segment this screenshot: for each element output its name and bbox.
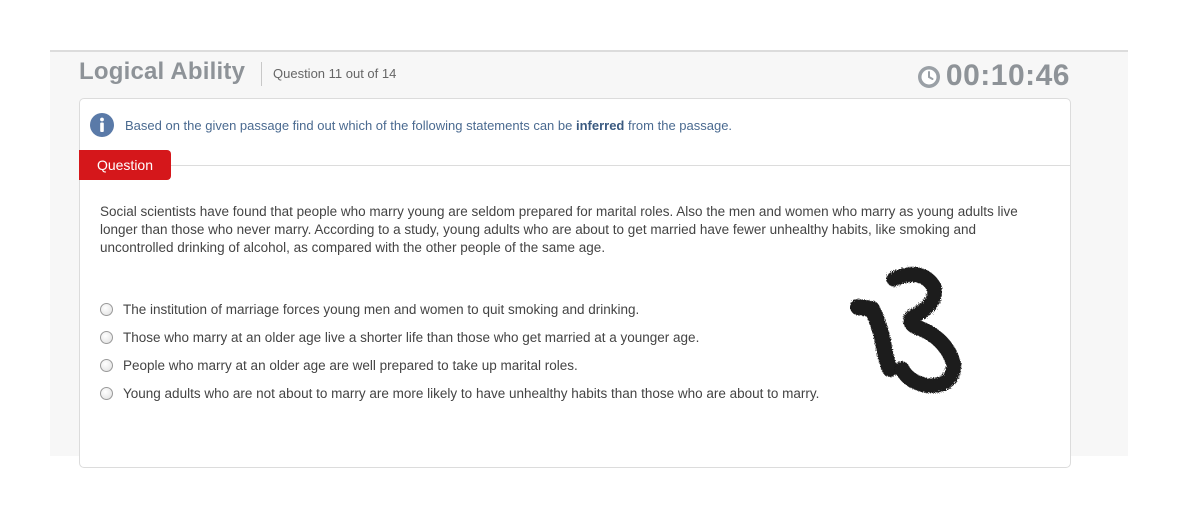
radio-button[interactable] [100, 330, 113, 344]
option-4[interactable]: Young adults who are not about to marry … [100, 379, 960, 407]
page: Logical Ability Question 11 out of 14 00… [0, 0, 1178, 506]
timer: 00:10:46 [916, 59, 1070, 93]
option-label: People who marry at an older age are wel… [123, 357, 578, 373]
option-label: The institution of marriage forces young… [123, 301, 640, 317]
radio-button[interactable] [100, 386, 113, 400]
tab-divider [80, 165, 1070, 166]
radio-button[interactable] [100, 302, 113, 316]
option-1[interactable]: The institution of marriage forces young… [100, 295, 960, 323]
title-divider [261, 62, 262, 86]
option-2[interactable]: Those who marry at an older age live a s… [100, 323, 960, 351]
option-label: Young adults who are not about to marry … [123, 385, 820, 401]
answer-options: The institution of marriage forces young… [100, 295, 960, 407]
clock-icon [917, 66, 940, 88]
tab-question[interactable]: Question [79, 150, 171, 180]
instruction-text: Based on the given passage find out whic… [125, 117, 733, 133]
section-title: Logical Ability [79, 58, 246, 85]
instruction: Based on the given passage find out whic… [90, 113, 732, 137]
timer-value: 00:10:46 [945, 59, 1070, 92]
question-counter: Question 11 out of 14 [273, 66, 397, 81]
handwritten-number-watermark [850, 267, 962, 394]
passage-text: Social scientists have found that people… [100, 204, 1018, 255]
option-label: Those who marry at an older age live a s… [123, 329, 700, 345]
option-3[interactable]: People who marry at an older age are wel… [100, 351, 960, 379]
radio-button[interactable] [100, 358, 113, 372]
info-icon [90, 113, 114, 137]
